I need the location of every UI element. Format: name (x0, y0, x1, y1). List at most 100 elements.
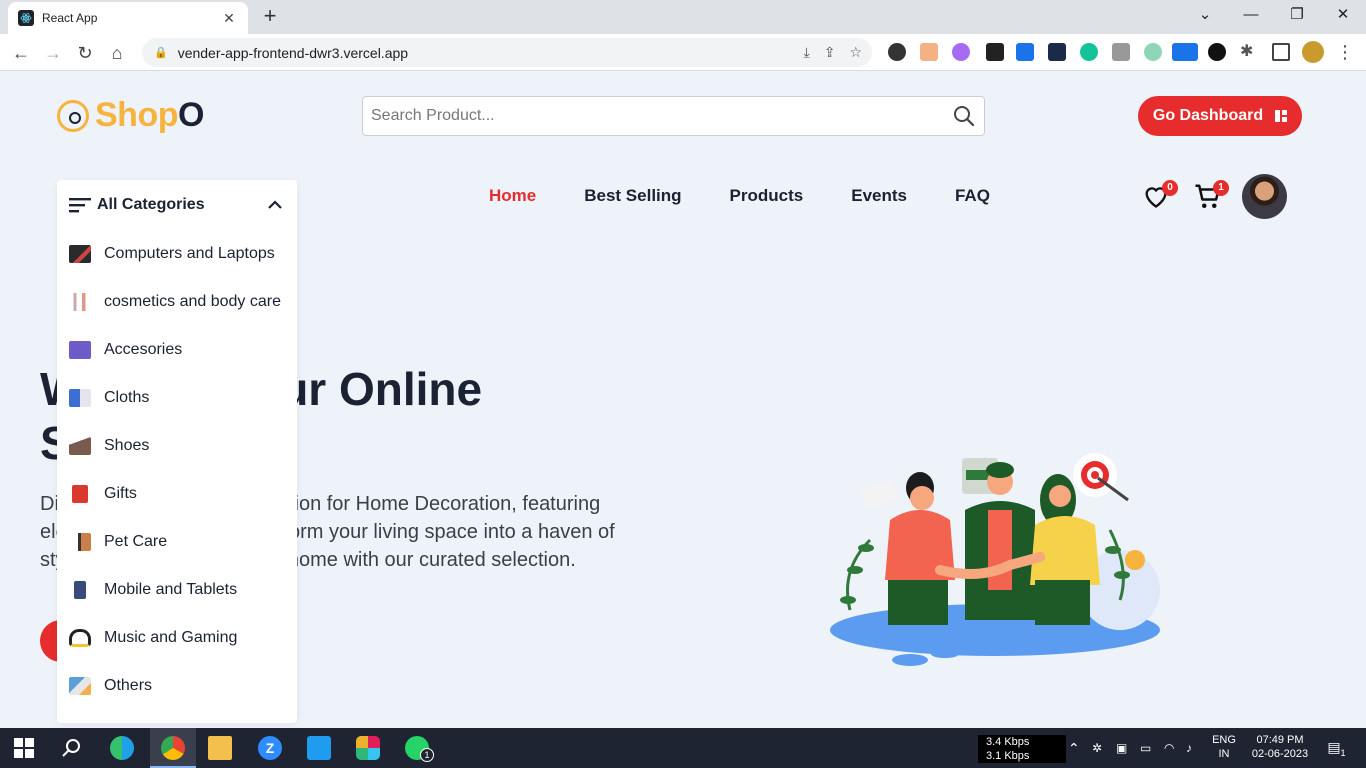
copy-extension-icon[interactable] (1172, 43, 1198, 61)
side-panel-icon[interactable] (1272, 43, 1290, 61)
file-explorer-icon[interactable] (208, 736, 232, 760)
category-label: Gifts (104, 485, 137, 502)
categories-title: All Categories (97, 196, 205, 213)
gift-icon (72, 485, 88, 503)
extension-icon-11[interactable] (1208, 43, 1226, 61)
chevron-up-icon[interactable] (267, 198, 283, 210)
menu-kebab-icon[interactable]: ⋮ (1336, 43, 1354, 61)
extension-icon-8[interactable] (1112, 43, 1130, 61)
category-cloths[interactable]: Cloths (57, 374, 297, 422)
edge-icon[interactable] (110, 736, 134, 760)
language-code: ENG (1212, 734, 1236, 746)
nav-products[interactable]: Products (730, 186, 804, 206)
browser-tab[interactable]: React App ✕ (8, 2, 248, 34)
volume-icon[interactable]: ♪ (1186, 741, 1192, 755)
whatsapp-badge: 1 (420, 748, 434, 762)
category-others[interactable]: Others (57, 662, 297, 710)
back-icon[interactable]: ← (8, 40, 34, 66)
bookmark-star-icon[interactable]: ☆ (849, 44, 862, 61)
categories-dropdown: All Categories Computers and Laptops cos… (57, 180, 297, 723)
zoom-icon[interactable]: Z (258, 736, 282, 760)
category-label: Pet Care (104, 533, 168, 550)
extension-icon-1[interactable] (888, 43, 906, 61)
extension-icon-4[interactable] (986, 43, 1004, 61)
reload-icon[interactable]: ↻ (72, 40, 98, 66)
search-input[interactable] (371, 107, 952, 125)
language-indicator[interactable]: ENG IN (1208, 733, 1240, 761)
close-window-icon[interactable]: ✕ (1320, 4, 1366, 28)
nav-events[interactable]: Events (851, 186, 907, 206)
nav-best-selling[interactable]: Best Selling (584, 186, 681, 206)
shoe-icon (69, 437, 91, 455)
category-mobile-and-tablets[interactable]: Mobile and Tablets (57, 566, 297, 614)
download-extension-icon[interactable] (1016, 43, 1034, 61)
slack-icon[interactable] (356, 736, 380, 760)
menu-lines-icon (69, 198, 91, 213)
windows-start-icon[interactable] (12, 736, 36, 760)
headphones-icon (69, 629, 91, 647)
address-bar[interactable]: 🔒 vender-app-frontend-dwr3.vercel.app ⤓ … (142, 38, 872, 67)
lock-icon: 🔒 (154, 47, 168, 59)
browser-toolbar: ← → ↻ ⌂ 🔒 vender-app-frontend-dwr3.verce… (0, 34, 1366, 71)
extension-icon-2[interactable] (920, 43, 938, 61)
dashboard-grid-icon (1275, 110, 1288, 122)
extensions-puzzle-icon[interactable]: ✱ (1240, 43, 1258, 61)
vscode-icon[interactable] (307, 736, 331, 760)
install-icon[interactable]: ⤓ (804, 44, 810, 61)
notification-count: 1 (1340, 748, 1346, 758)
search-icon[interactable] (952, 104, 976, 128)
shopo-logo[interactable]: ShopO (57, 96, 204, 135)
search-taskbar-icon[interactable] (60, 736, 84, 760)
clock[interactable]: 07:49 PM 02-06-2023 (1244, 733, 1316, 761)
windows-taskbar: Z 1 (0, 728, 1366, 768)
go-dashboard-button[interactable]: Go Dashboard (1138, 96, 1302, 136)
wishlist-button[interactable]: 0 (1142, 180, 1178, 212)
browser-tab-bar: React App ✕ + ⌄ — ❐ ✕ (0, 0, 1366, 34)
grammarly-icon[interactable] (1080, 43, 1098, 61)
react-devtools-icon[interactable] (1048, 43, 1066, 61)
tray-chevron-icon[interactable]: ⌃ (1068, 741, 1080, 755)
category-cosmetics-and-body-care[interactable]: cosmetics and body care (57, 278, 297, 326)
category-label: Computers and Laptops (104, 245, 275, 262)
extension-icon-3[interactable] (952, 43, 970, 61)
tray-app-icon[interactable]: ✲ (1092, 741, 1102, 755)
new-tab-button[interactable]: + (258, 5, 282, 29)
forward-icon[interactable]: → (40, 40, 66, 66)
nav-home[interactable]: Home (489, 186, 536, 206)
categories-toggle[interactable]: All Categories (57, 180, 297, 230)
category-label: Mobile and Tablets (104, 581, 238, 598)
home-icon[interactable]: ⌂ (104, 40, 130, 66)
react-icon (18, 10, 34, 26)
logo-main-text: Shop (95, 96, 178, 134)
category-label: Accesories (104, 341, 183, 358)
clock-date: 02-06-2023 (1251, 748, 1309, 760)
wifi-icon[interactable]: ◠ (1164, 741, 1174, 755)
category-shoes[interactable]: Shoes (57, 422, 297, 470)
tray-meet-icon[interactable]: ▣ (1116, 741, 1127, 755)
cart-button[interactable]: 1 (1193, 180, 1229, 212)
tab-title: React App (42, 11, 98, 25)
cosmetics-icon (69, 293, 91, 311)
chrome-icon[interactable] (161, 736, 185, 760)
accessories-icon (69, 341, 91, 359)
category-gifts[interactable]: Gifts (57, 470, 297, 518)
category-label: Cloths (104, 389, 150, 406)
battery-icon[interactable]: ▭ (1140, 741, 1151, 755)
nav-faq[interactable]: FAQ (955, 186, 990, 206)
restore-icon[interactable]: ❐ (1274, 4, 1320, 28)
category-pet-care[interactable]: Pet Care (57, 518, 297, 566)
share-icon[interactable]: ⇪ (824, 44, 836, 61)
category-accesories[interactable]: Accesories (57, 326, 297, 374)
minimize-icon[interactable]: — (1228, 4, 1274, 28)
tab-search-icon[interactable]: ⌄ (1182, 4, 1228, 28)
pet-care-icon (69, 533, 91, 551)
mobile-icon (74, 581, 86, 599)
others-icon (69, 677, 91, 695)
extension-icon-9[interactable] (1144, 43, 1162, 61)
category-computers-and-laptops[interactable]: Computers and Laptops (57, 230, 297, 278)
tab-close-icon[interactable]: ✕ (220, 10, 238, 27)
category-music-and-gaming[interactable]: Music and Gaming (57, 614, 297, 662)
profile-avatar-icon[interactable] (1302, 41, 1324, 63)
category-label: Music and Gaming (104, 629, 238, 646)
user-avatar[interactable] (1242, 174, 1287, 219)
